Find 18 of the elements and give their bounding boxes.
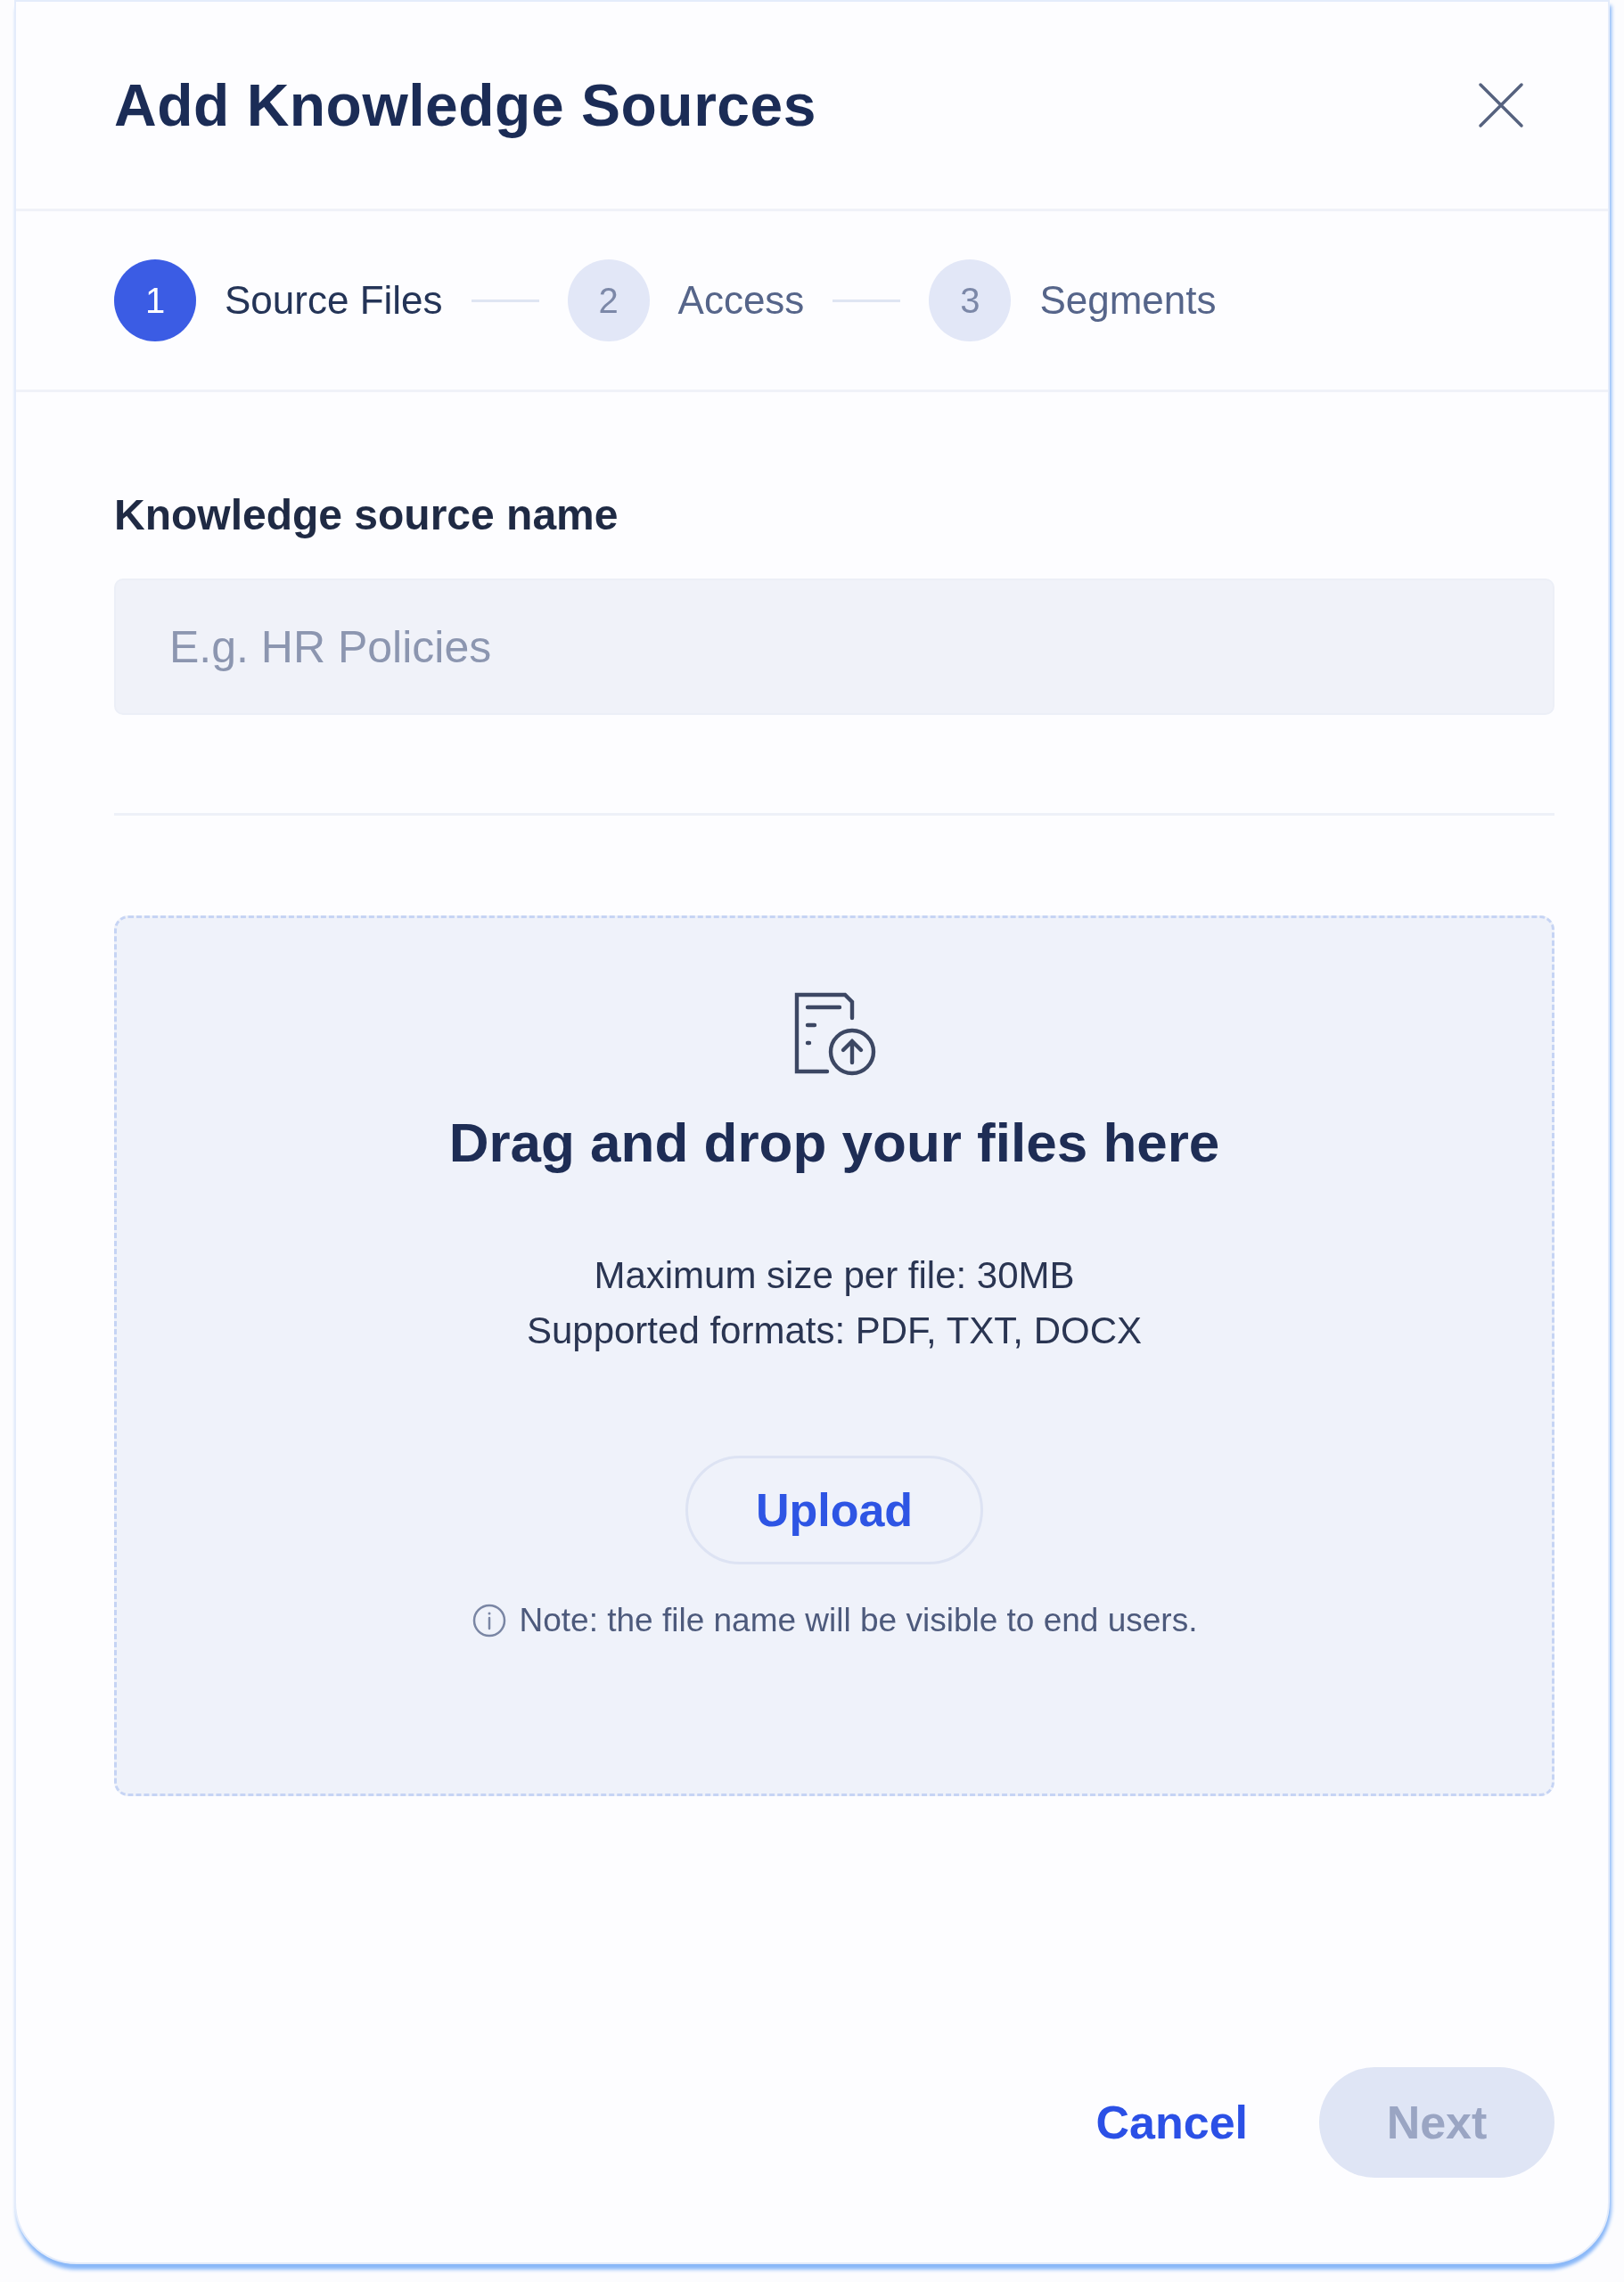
cancel-button[interactable]: Cancel [1095,2087,1248,2158]
upload-button[interactable]: Upload [685,1456,983,1564]
step-number[interactable]: 2 [567,259,650,341]
name-input-field[interactable]: E.g. HR Policies [114,579,1554,715]
file-dropzone[interactable]: Drag and drop your files here Maximum size per file: 30MB Supported formats: PDF, TXT, DOCX Upload Note: the file name will be visible to end users. [114,915,1554,1796]
dropzone-heading: Drag and drop your files here [448,1111,1220,1174]
step-number[interactable]: 1 [114,259,196,341]
dialog-title: Add Knowledge Sources [114,71,816,139]
file-requirement: Supported formats: PDF, TXT, DOCX [526,1309,1143,1352]
step-label: Access [677,278,805,323]
note-text: Note: the file name will be visible to end users. [519,1602,1198,1639]
step-label: Source Files [225,278,443,323]
step-label: Segments [1039,278,1217,323]
file-requirement: Maximum size per file: 30MB [594,1254,1075,1297]
field-label: Knowledge source name [114,490,619,539]
step-number[interactable]: 3 [929,259,1012,341]
close-icon [1478,82,1524,128]
info-icon [471,1603,507,1638]
